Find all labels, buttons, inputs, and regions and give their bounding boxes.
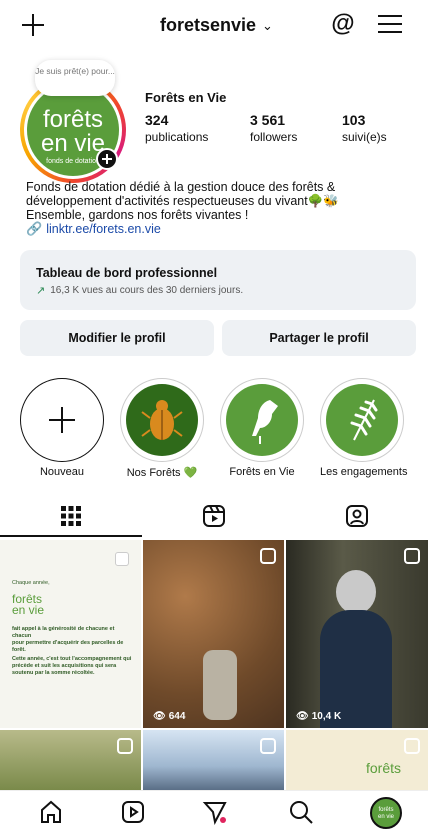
multi-select-icon (115, 552, 129, 566)
avatar-text-1: forêts (42, 106, 104, 133)
bio-link-text: linktr.ee/forets.en.vie (46, 222, 161, 236)
share-profile-button[interactable]: Partager le profil (222, 320, 416, 356)
post-thumbnail[interactable]: Chaque année, forêts en vie fait appel à… (0, 540, 141, 728)
plus-icon (20, 378, 104, 462)
stat-publications[interactable]: 324 publications (145, 112, 208, 144)
tagged-user-icon (346, 505, 368, 527)
stat-value: 3 561 (250, 112, 286, 128)
views-count: 👁 644 (153, 711, 185, 722)
dashboard-title: Tableau de bord professionnel (36, 266, 218, 280)
beetle-icon (126, 384, 198, 456)
post-text: Cette année, c'est tout l'accompagnement… (12, 656, 132, 662)
post-text: pour permettre d'acquérir des parcelles … (12, 640, 124, 646)
highlight-nos-forets[interactable]: Nos Forêts 💚 (120, 378, 204, 479)
posts-grid: Chaque année, forêts en vie fait appel à… (0, 540, 428, 790)
home-icon[interactable] (38, 799, 68, 829)
bird-icon (226, 384, 298, 456)
profile-nav-avatar[interactable]: forêts en vie (370, 797, 402, 829)
stat-label: followers (250, 130, 298, 144)
post-thumbnail[interactable] (143, 730, 284, 790)
post-thumbnail[interactable]: 👁 644 (143, 540, 284, 728)
top-bar: foretsenvie ⌄ @ (0, 0, 428, 56)
bottom-navigation: forêts en vie (0, 790, 428, 837)
views-value: 644 (168, 711, 186, 722)
eye-icon: 👁 (153, 711, 166, 722)
views-count: 👁 10,4 K (296, 711, 341, 722)
search-icon[interactable] (288, 799, 318, 829)
stat-followers[interactable]: 3 561 followers (250, 112, 297, 144)
tab-reels[interactable] (143, 495, 285, 537)
highlight-label: Nouveau (39, 466, 85, 478)
post-thumbnail[interactable]: forêts (286, 730, 428, 790)
person-head (336, 570, 376, 614)
post-thumbnail[interactable] (0, 730, 141, 790)
tab-grid[interactable] (0, 495, 142, 537)
add-story-icon[interactable] (96, 148, 118, 170)
username: foretsenvie (160, 15, 257, 35)
reel-icon (260, 738, 276, 754)
profile-tabs (0, 495, 428, 537)
grid-icon (61, 506, 81, 526)
person-legs (203, 650, 237, 720)
reel-icon (117, 738, 133, 754)
post-text: fait appel à la générosité de chacune et… (12, 626, 115, 639)
post-text: soutenu par la somme récoltée. (12, 670, 95, 676)
trend-up-icon: ↗ (36, 285, 46, 297)
stat-value: 103 (342, 112, 366, 128)
stat-following[interactable]: 103 suivi(e)s (342, 112, 387, 144)
menu-icon[interactable] (378, 13, 404, 35)
bio-line: développement d'activités respectueuses … (26, 194, 339, 208)
highlight-label: Nos Forêts 💚 (126, 467, 198, 479)
highlight-label: Les engagements (320, 466, 408, 478)
post-logo-text: forêts (366, 760, 402, 776)
post-text: Chaque année, (12, 580, 50, 586)
highlight-engagements[interactable]: Les engagements (320, 378, 408, 478)
reel-icon (404, 548, 420, 564)
post-thumbnail[interactable]: 👁 10,4 K (286, 540, 428, 728)
eye-icon: 👁 (296, 711, 309, 722)
threads-icon[interactable]: @ (329, 10, 357, 38)
bio-line: Ensemble, gardons nos forêts vivantes ! (26, 208, 249, 222)
chevron-down-icon: ⌄ (262, 17, 273, 33)
reel-icon (404, 738, 420, 754)
avatar-mini-2: en vie (377, 814, 394, 820)
link-icon: 🔗 (26, 221, 43, 236)
post-logo-line-2: en vie (12, 603, 45, 617)
highlight-label: Forêts en Vie (229, 466, 295, 478)
edit-profile-button[interactable]: Modifier le profil (20, 320, 214, 356)
account-switcher[interactable]: foretsenvie ⌄ (160, 15, 273, 36)
messages-icon[interactable] (202, 799, 232, 829)
bio-line: Fonds de dotation dédié à la gestion dou… (26, 180, 336, 194)
post-text: forêt. (12, 647, 26, 653)
reel-icon (260, 548, 276, 564)
professional-dashboard[interactable]: Tableau de bord professionnel ↗ 16,3 K v… (20, 250, 416, 310)
stat-label: publications (145, 130, 209, 144)
post-text: précède et suit les acquisitions qui ser… (12, 663, 117, 669)
stat-label: suivi(e)s (342, 130, 387, 144)
avatar-mini-1: forêts (378, 807, 394, 813)
create-plus-icon[interactable] (20, 12, 46, 38)
display-name: Forêts en Vie (145, 90, 227, 105)
note-bubble[interactable]: Je suis prêt(e) pour... (35, 60, 115, 96)
fern-icon (326, 384, 398, 456)
post-logo: forêts en vie (12, 593, 45, 617)
dashboard-subtitle: ↗ 16,3 K vues au cours des 30 derniers j… (36, 284, 243, 297)
highlight-forets-en-vie[interactable]: Forêts en Vie (220, 378, 304, 478)
views-value: 10,4 K (311, 711, 342, 722)
bio-link[interactable]: 🔗 linktr.ee/forets.en.vie (26, 221, 161, 237)
reels-icon (203, 505, 225, 527)
dashboard-subtitle-text: 16,3 K vues au cours des 30 derniers jou… (50, 285, 244, 296)
stat-value: 324 (145, 112, 169, 128)
profile-nav-avatar-text: forêts en vie (372, 799, 400, 821)
reels-nav-icon[interactable] (120, 799, 150, 829)
tab-tagged[interactable] (286, 495, 428, 537)
highlight-new[interactable]: Nouveau (20, 378, 104, 478)
bio: Fonds de dotation dédié à la gestion dou… (26, 180, 416, 222)
